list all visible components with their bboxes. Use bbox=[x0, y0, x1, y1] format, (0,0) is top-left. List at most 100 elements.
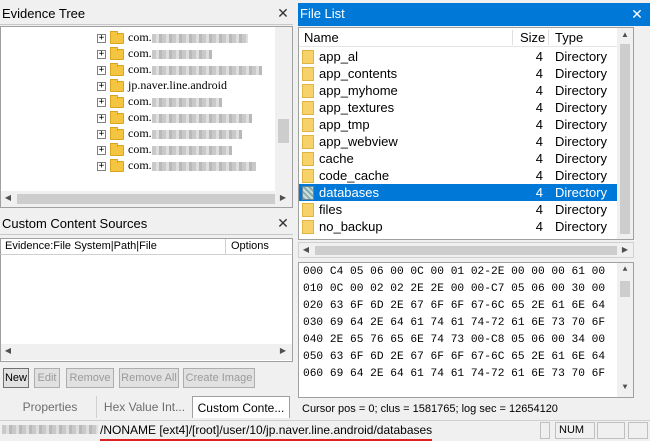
vertical-scrollbar[interactable] bbox=[275, 27, 292, 191]
tab-hex-value[interactable]: Hex Value Int... bbox=[96, 396, 192, 418]
tab-custom-content[interactable]: Custom Conte... bbox=[192, 396, 290, 418]
create-image-button[interactable]: Create Image bbox=[183, 368, 255, 388]
file-name: app_tmp bbox=[319, 117, 370, 132]
file-row[interactable]: app_al 4 Directory bbox=[299, 48, 633, 65]
folder-icon bbox=[302, 152, 314, 166]
status-cell bbox=[540, 422, 550, 439]
file-row[interactable]: no_backup 4 Directory bbox=[299, 218, 633, 235]
file-name: app_myhome bbox=[319, 83, 398, 98]
hex-row[interactable]: 020 63 6F 6D 2E 67 6F 6F 67-6C 65 2E 61 … bbox=[303, 299, 605, 314]
tree-node-label: jp.naver.line.android bbox=[128, 78, 227, 92]
close-icon[interactable]: ✕ bbox=[276, 216, 290, 231]
expand-icon[interactable]: + bbox=[97, 129, 106, 139]
tree-node[interactable]: + com. bbox=[97, 125, 242, 141]
folder-icon bbox=[110, 94, 124, 108]
hex-row[interactable]: 040 2E 65 76 65 6E 74 73 00-C8 05 06 00 … bbox=[303, 333, 605, 348]
hex-view[interactable]: 000 C4 05 06 00 0C 00 01 02-2E 00 00 00 … bbox=[298, 262, 634, 398]
column-header-size[interactable]: Size bbox=[520, 28, 545, 47]
scrollbar-thumb[interactable] bbox=[620, 44, 630, 234]
evidence-tree[interactable]: + com. + com. + com. + jp.naver.line.android… bbox=[0, 26, 293, 208]
tree-node[interactable]: + com. bbox=[97, 45, 212, 61]
folder-icon bbox=[302, 84, 314, 98]
scroll-down-icon[interactable]: ▼ bbox=[619, 383, 631, 392]
folder-icon bbox=[302, 169, 314, 183]
tree-node[interactable]: + com. bbox=[97, 109, 252, 125]
scroll-left-icon[interactable]: ◀ bbox=[300, 245, 312, 254]
column-header-name[interactable]: Name bbox=[304, 28, 339, 47]
file-size: 4 bbox=[535, 66, 543, 81]
remove-all-button[interactable]: Remove All bbox=[119, 368, 179, 388]
horizontal-scrollbar[interactable]: ◀ ▶ bbox=[298, 242, 634, 258]
folder-icon bbox=[110, 142, 124, 156]
vertical-scrollbar[interactable]: ▲ ▼ bbox=[617, 263, 633, 397]
file-row[interactable]: files 4 Directory bbox=[299, 201, 633, 218]
hex-row[interactable]: 060 69 64 2E 64 61 74 61 74-72 61 6E 73 … bbox=[303, 367, 605, 382]
tree-node-label: com. bbox=[128, 158, 152, 172]
scroll-right-icon[interactable]: ▶ bbox=[277, 193, 289, 202]
file-row[interactable]: app_contents 4 Directory bbox=[299, 65, 633, 82]
file-row[interactable]: app_webview 4 Directory bbox=[299, 133, 633, 150]
tree-node[interactable]: + com. bbox=[97, 141, 232, 157]
folder-icon bbox=[110, 78, 124, 92]
column-header-path[interactable]: Evidence:File System|Path|File bbox=[5, 239, 157, 254]
hex-row[interactable]: 010 0C 00 02 02 2E 2E 00 00-C7 05 06 00 … bbox=[303, 282, 605, 297]
tree-node[interactable]: + com. bbox=[97, 61, 262, 77]
scrollbar-thumb[interactable] bbox=[315, 246, 617, 255]
vertical-scrollbar[interactable]: ▲ bbox=[617, 28, 633, 239]
redacted-text bbox=[151, 145, 232, 155]
tab-properties[interactable]: Properties bbox=[14, 396, 86, 418]
column-header-type[interactable]: Type bbox=[555, 28, 583, 47]
new-button[interactable]: New bbox=[3, 368, 29, 388]
file-list[interactable]: Name Size Type app_al 4 Directory app_conte… bbox=[298, 27, 634, 240]
edit-button[interactable]: Edit bbox=[34, 368, 60, 388]
num-indicator: NUM bbox=[555, 422, 595, 439]
close-icon[interactable]: ✕ bbox=[276, 6, 290, 21]
file-row[interactable]: app_tmp 4 Directory bbox=[299, 116, 633, 133]
scroll-up-icon[interactable]: ▲ bbox=[619, 265, 631, 274]
custom-content-list[interactable]: ◀ ▶ bbox=[0, 255, 293, 362]
horizontal-scrollbar[interactable]: ◀ ▶ bbox=[1, 191, 292, 207]
scrollbar-thumb[interactable] bbox=[278, 119, 289, 143]
file-type: Directory bbox=[555, 185, 608, 200]
scroll-right-icon[interactable]: ▶ bbox=[619, 245, 631, 254]
expand-icon[interactable]: + bbox=[97, 65, 106, 75]
horizontal-scrollbar[interactable]: ◀ ▶ bbox=[1, 344, 292, 360]
scrollbar-thumb[interactable] bbox=[620, 281, 630, 297]
remove-button[interactable]: Remove bbox=[66, 368, 114, 388]
expand-icon[interactable]: + bbox=[97, 145, 106, 155]
column-header-options[interactable]: Options bbox=[231, 239, 269, 254]
tree-node[interactable]: + com. bbox=[97, 29, 248, 45]
tree-node[interactable]: + com. bbox=[97, 93, 222, 109]
close-icon[interactable]: ✕ bbox=[630, 7, 644, 22]
scroll-left-icon[interactable]: ◀ bbox=[2, 193, 14, 202]
column-divider bbox=[225, 239, 226, 254]
file-row[interactable]: app_myhome 4 Directory bbox=[299, 82, 633, 99]
file-type: Directory bbox=[555, 151, 608, 166]
folder-icon bbox=[302, 101, 314, 115]
path-text: /NONAME [ext4]/[root]/user/10/jp.naver.l… bbox=[100, 421, 433, 441]
hex-row[interactable]: 030 69 64 2E 64 61 74 61 74-72 61 6E 73 … bbox=[303, 316, 605, 331]
hex-row[interactable]: 000 C4 05 06 00 0C 00 01 02-2E 00 00 00 … bbox=[303, 265, 605, 280]
file-row[interactable]: cache 4 Directory bbox=[299, 150, 633, 167]
file-name: app_contents bbox=[319, 66, 398, 81]
file-row[interactable]: app_textures 4 Directory bbox=[299, 99, 633, 116]
expand-icon[interactable]: + bbox=[97, 81, 106, 91]
scrollbar-thumb[interactable] bbox=[17, 194, 275, 204]
tree-node[interactable]: + jp.naver.line.android bbox=[97, 77, 227, 93]
scroll-right-icon[interactable]: ▶ bbox=[277, 346, 289, 355]
status-cell bbox=[628, 422, 648, 439]
expand-icon[interactable]: + bbox=[97, 33, 106, 43]
expand-icon[interactable]: + bbox=[97, 49, 106, 59]
cursor-status: Cursor pos = 0; clus = 1581765; log sec … bbox=[302, 403, 558, 415]
expand-icon[interactable]: + bbox=[97, 161, 106, 171]
expand-icon[interactable]: + bbox=[97, 113, 106, 123]
tree-node[interactable]: + com. bbox=[97, 157, 256, 173]
file-type: Directory bbox=[555, 168, 608, 183]
file-row[interactable]: databases 4 Directory bbox=[299, 184, 633, 201]
file-type: Directory bbox=[555, 134, 608, 149]
file-row[interactable]: code_cache 4 Directory bbox=[299, 167, 633, 184]
scroll-up-icon[interactable]: ▲ bbox=[619, 30, 631, 39]
expand-icon[interactable]: + bbox=[97, 97, 106, 107]
scroll-left-icon[interactable]: ◀ bbox=[2, 346, 14, 355]
hex-row[interactable]: 050 63 6F 6D 2E 67 6F 6F 67-6C 65 2E 61 … bbox=[303, 350, 605, 365]
